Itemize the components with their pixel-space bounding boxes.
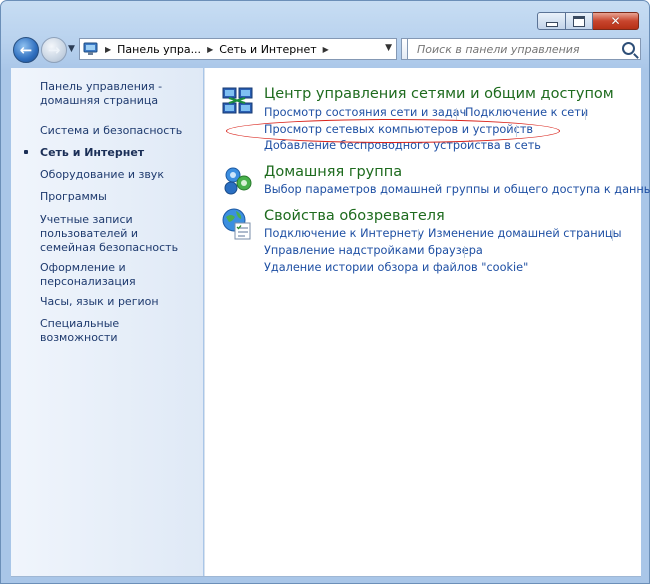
breadcrumb-network[interactable]: Сеть и Интернет: [219, 43, 316, 56]
sidebar-item-hardware[interactable]: Оборудование и звук: [40, 168, 200, 182]
link-connect-to-network[interactable]: Подключение к сети: [465, 106, 588, 119]
link-delete-browsing-history[interactable]: Удаление истории обзора и файлов "cookie…: [264, 261, 528, 274]
link-view-network-computers[interactable]: Просмотр сетевых компьютеров и устройств: [264, 123, 533, 136]
minimize-icon: [545, 21, 558, 27]
link-separator: [464, 246, 465, 258]
breadcrumb-separator[interactable]: ▶: [105, 45, 111, 54]
back-button[interactable]: ←: [13, 37, 39, 63]
sidebar-item-accounts[interactable]: Учетные записи пользователей и семейная …: [40, 213, 190, 255]
sidebar-item-network[interactable]: Сеть и Интернет: [40, 146, 200, 160]
sidebar-item-security[interactable]: Система и безопасность: [40, 124, 200, 138]
link-manage-addons[interactable]: Управление надстройками браузера: [264, 244, 483, 257]
address-bar[interactable]: ▶ Панель упра... ▶ Сеть и Интернет ▶ ▼: [79, 38, 397, 60]
control-panel-icon: [83, 42, 99, 56]
sidebar-item-programs[interactable]: Программы: [40, 190, 200, 204]
sidebar-item-home[interactable]: Панель управления - домашняя страница: [40, 80, 165, 108]
sidebar-item-appearance[interactable]: Оформление и персонализация: [40, 261, 160, 289]
link-separator: [612, 229, 613, 241]
category-title-internet-options[interactable]: Свойства обозревателя: [264, 208, 445, 224]
close-icon: ✕: [610, 14, 621, 28]
link-homegroup-settings[interactable]: Выбор параметров домашней группы и общег…: [264, 183, 650, 196]
link-separator: [456, 108, 457, 120]
link-add-wireless-device[interactable]: Добавление беспроводного устройства в се…: [264, 139, 541, 152]
arrow-right-icon: →: [47, 41, 61, 59]
sidebar: Панель управления - домашняя страница Си…: [11, 68, 203, 576]
maximize-icon: [573, 15, 585, 27]
close-button[interactable]: ✕: [593, 12, 639, 30]
link-separator: [418, 229, 419, 241]
window-bottom-edge: [11, 576, 641, 577]
link-view-network-status[interactable]: Просмотр состояния сети и задач: [264, 106, 466, 119]
breadcrumb-separator[interactable]: ▶: [207, 45, 213, 54]
search-input[interactable]: [415, 41, 619, 57]
maximize-button[interactable]: [566, 12, 593, 30]
address-dropdown-icon[interactable]: ▼: [385, 43, 392, 53]
homegroup-icon[interactable]: [221, 163, 255, 197]
internet-options-icon[interactable]: [221, 207, 255, 241]
control-panel-window: ✕ ← → ▼ ▶ Панель упра... ▶ Сеть и Интерн…: [0, 0, 650, 584]
category-title-network-center[interactable]: Центр управления сетями и общим доступом: [264, 86, 614, 102]
main-content: Центр управления сетями и общим доступом…: [204, 68, 650, 576]
minimize-button[interactable]: [537, 12, 566, 30]
category-title-homegroup[interactable]: Домашняя группа: [264, 164, 402, 180]
search-icon[interactable]: [622, 42, 635, 55]
breadcrumb-control-panel[interactable]: Панель упра...: [117, 43, 201, 56]
forward-button[interactable]: →: [41, 37, 67, 63]
network-center-icon[interactable]: [221, 85, 255, 119]
link-change-home-page[interactable]: Изменение домашней страницы: [428, 227, 622, 240]
sidebar-item-accessibility[interactable]: Специальные возможности: [40, 317, 200, 345]
navigation-bar: ← → ▼ ▶ Панель упра... ▶ Сеть и Интернет…: [11, 34, 641, 64]
breadcrumb-separator[interactable]: ▶: [323, 45, 329, 54]
caption-buttons: ✕: [537, 12, 639, 30]
active-bullet: [24, 150, 28, 154]
sidebar-item-clock[interactable]: Часы, язык и регион: [40, 295, 200, 309]
arrow-left-icon: ←: [19, 41, 33, 59]
recent-pages-dropdown[interactable]: ▼: [68, 44, 75, 54]
search-box[interactable]: [407, 38, 641, 60]
link-connect-to-internet[interactable]: Подключение к Интернету: [264, 227, 424, 240]
link-separator: [516, 125, 517, 137]
link-separator: [585, 108, 586, 120]
